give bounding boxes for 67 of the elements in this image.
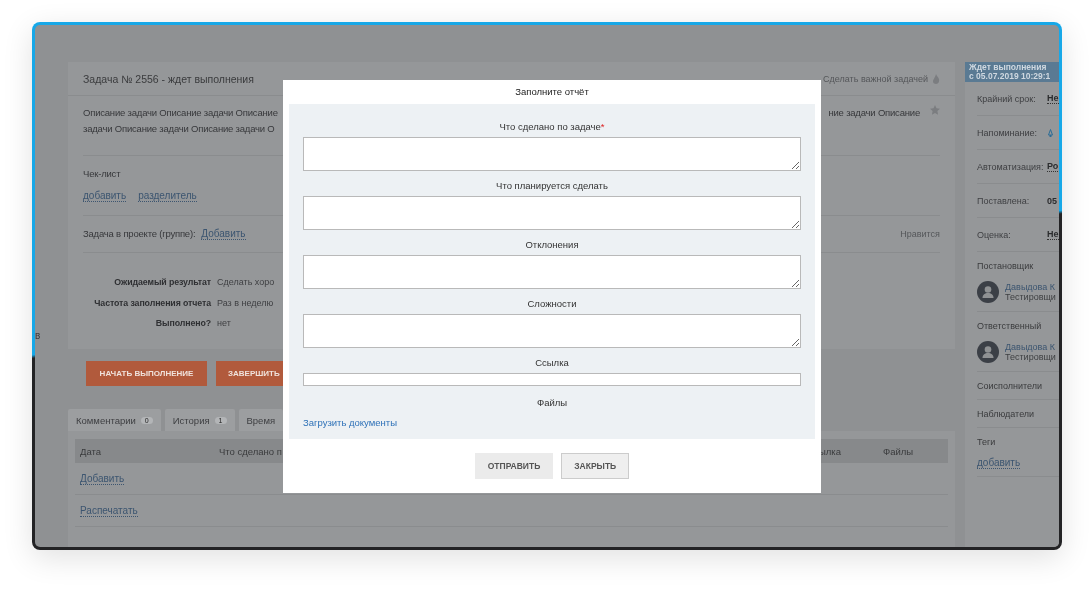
checklist-link[interactable]: добавить: [83, 190, 127, 202]
property-label: Поставлена:: [977, 195, 1031, 206]
status-text: с 05.07.2019 10:29:1: [969, 72, 1052, 81]
form-label: Что сделано по задаче*: [499, 120, 605, 133]
section-title: Теги: [977, 437, 997, 447]
status-text: Ждет выполнения: [969, 63, 1048, 72]
person-name[interactable]: Давыдова К: [1005, 342, 1056, 352]
text-area[interactable]: [303, 196, 801, 230]
field-value: нет: [217, 317, 232, 330]
field-label: Частота заполнения отчета: [93, 296, 211, 310]
dialog-button[interactable]: ЗАКРЫТЬ: [561, 453, 630, 479]
property-label: Автоматизация:: [977, 161, 1041, 172]
section-title: Соисполнители: [977, 381, 1043, 391]
column-header: ылка: [819, 445, 843, 457]
column-header: Файлы: [883, 445, 915, 457]
dialog-title: Заполните отчёт: [515, 85, 589, 99]
form-label: Что планируется сделать: [496, 179, 608, 192]
form-label: Сложности: [527, 297, 577, 310]
task-title: Задача № 2556 - ждет выполнения: [83, 72, 254, 85]
property-label: Оценка:: [977, 229, 1012, 240]
bell-icon[interactable]: [1047, 128, 1054, 137]
person-role: Тестировщи: [1005, 292, 1056, 302]
upload-link[interactable]: Загрузить документы: [303, 417, 397, 428]
section-title: Ответственный: [977, 321, 1043, 331]
form-label: Ссылка: [535, 356, 569, 369]
add-project-link[interactable]: Добавить: [201, 228, 246, 240]
property-value[interactable]: Ро: [1047, 161, 1059, 172]
property-value: 05: [1047, 195, 1057, 206]
person-role: Тестировщи: [1005, 352, 1056, 362]
text-area[interactable]: [303, 255, 801, 289]
form-label: Отклонения: [525, 238, 579, 251]
section-title: Постановщик: [977, 261, 1035, 271]
field-label: Ожидаемый результат: [113, 276, 211, 289]
avatar-icon: [977, 281, 999, 303]
field-label: Выполнено?: [154, 317, 211, 330]
description-text: ние задачи Описание: [828, 106, 920, 120]
dialog-button[interactable]: ОТПРАВИТЬ: [474, 453, 554, 479]
text-area[interactable]: [303, 137, 801, 171]
input-field[interactable]: [303, 373, 801, 386]
action-button[interactable]: ЗАВЕРШИТЬ: [216, 361, 284, 386]
avatar-icon: [977, 341, 999, 363]
field-value: Раз в неделю: [217, 296, 275, 310]
checklist-label: Чек-лист: [83, 167, 122, 181]
column-header: Что сделано п: [219, 445, 283, 457]
add-tag-link[interactable]: добавить: [977, 457, 1021, 469]
description-text: Описание задачи Описание задачи Описание: [83, 106, 278, 120]
action-button[interactable]: НАЧАТЬ ВЫПОЛНЕНИЕ: [86, 361, 207, 386]
person-name[interactable]: Давыдова К: [1005, 282, 1056, 292]
project-label: Задача в проекте (группе):: [83, 227, 196, 241]
property-label: Крайний срок:: [977, 93, 1037, 104]
checklist-link[interactable]: разделитель: [138, 190, 197, 202]
section-title: Наблюдатели: [977, 409, 1036, 419]
form-label: Файлы: [536, 396, 568, 409]
make-important-link[interactable]: Сделать важной задачей: [823, 73, 940, 84]
property-value[interactable]: Не: [1047, 93, 1059, 104]
table-link[interactable]: Распечатать: [80, 504, 138, 517]
tab[interactable]: Время: [238, 409, 284, 431]
property-label: Напоминание:: [977, 127, 1039, 138]
field-value: Сделать хоро: [217, 276, 275, 289]
text-area[interactable]: [303, 314, 801, 348]
star-icon[interactable]: [930, 105, 940, 115]
description-text: задачи Описание задачи Описание задачи О: [83, 122, 276, 136]
like-link[interactable]: Нравится: [900, 229, 940, 239]
property-value[interactable]: Не: [1047, 229, 1059, 240]
edge-text: в: [35, 330, 41, 341]
table-link[interactable]: Добавить: [80, 472, 125, 485]
column-header: Дата: [80, 445, 103, 457]
